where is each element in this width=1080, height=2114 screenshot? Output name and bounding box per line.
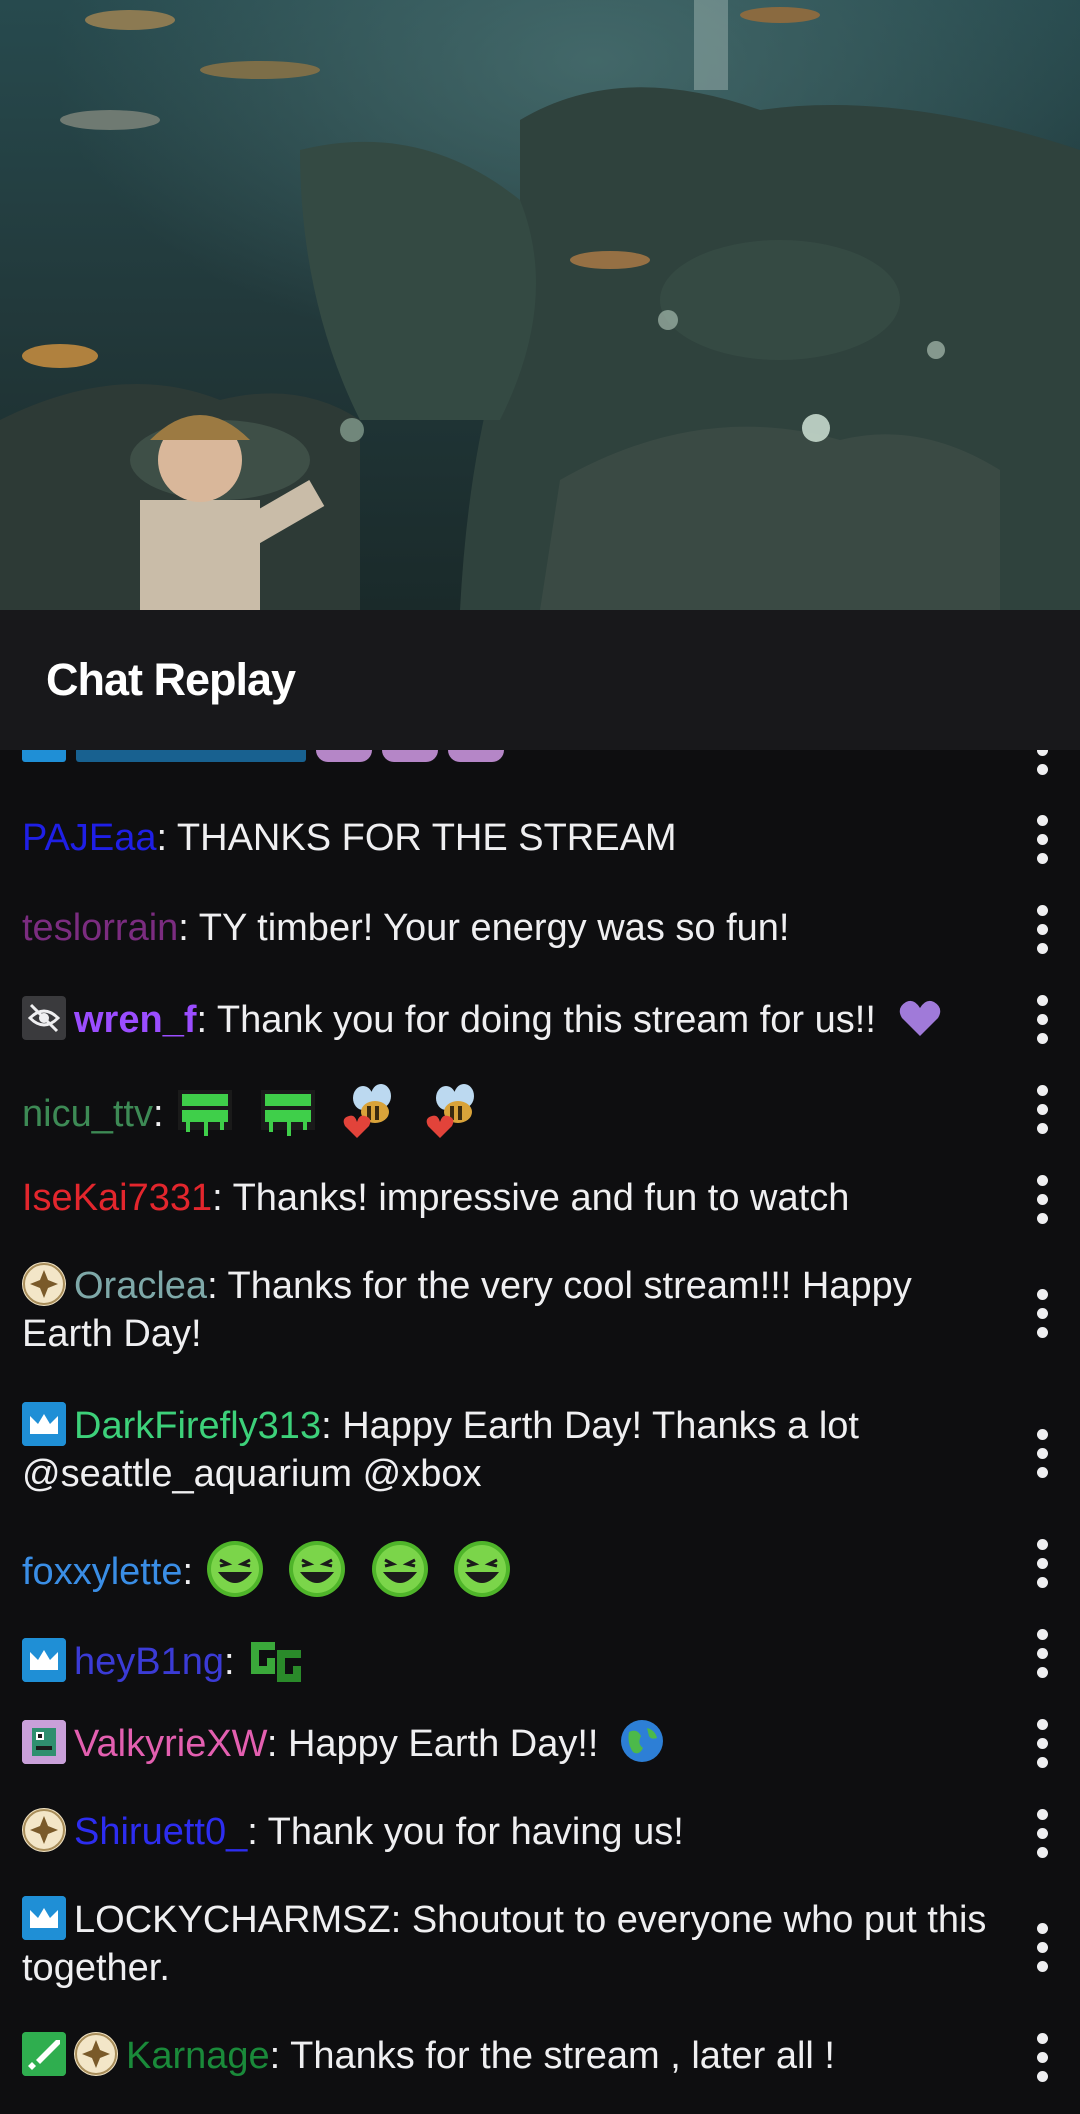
sword-icon — [22, 2032, 66, 2076]
gold-star-icon — [22, 1808, 66, 1852]
cut-off-emote — [382, 750, 438, 762]
eye-slash-icon — [22, 996, 66, 1040]
gold-star-icon — [74, 2032, 118, 2076]
chat-username[interactable]: wren_f — [74, 999, 196, 1041]
message-more-icon[interactable] — [1022, 1074, 1062, 1144]
cut-off-username — [76, 750, 306, 762]
crown-badge-icon — [22, 750, 66, 762]
partial-chat-row — [22, 750, 504, 770]
chat-username[interactable]: Oraclea — [74, 1265, 207, 1307]
chat-message[interactable]: heyB1ng: — [22, 1628, 1002, 1690]
chat-username[interactable]: Shiruett0_ — [74, 1811, 247, 1853]
message-more-icon[interactable] — [1022, 1708, 1062, 1778]
chat-message[interactable]: Shiruett0_: Thank you for having us! — [22, 1808, 1002, 1856]
cut-off-emote — [448, 750, 504, 762]
video-frame — [0, 0, 1080, 610]
chat-text: : Thank you for having us! — [247, 1811, 684, 1853]
chat-message[interactable]: Oraclea: Thanks for the very cool stream… — [22, 1262, 1002, 1358]
video-player[interactable] — [0, 0, 1080, 610]
chat-text: : — [182, 1551, 194, 1593]
chat-message[interactable]: teslorrain: TY timber! Your energy was s… — [22, 904, 1002, 952]
chat-text: : Thank you for doing this stream for us… — [196, 999, 876, 1041]
chat-username[interactable]: nicu_ttv — [22, 1093, 153, 1135]
chat-username[interactable]: foxxylette — [22, 1551, 183, 1593]
chat-message[interactable]: LOCKYCHARMSZ: Shoutout to everyone who p… — [22, 1896, 1002, 1992]
chat-message[interactable]: DarkFirefly313: Happy Earth Day! Thanks … — [22, 1402, 1002, 1498]
crown-icon — [22, 1896, 66, 1940]
chat-message[interactable]: IseKai7331: Thanks! impressive and fun t… — [22, 1174, 1002, 1222]
xbox-laugh-emote-icon — [369, 1538, 431, 1600]
app-root: Chat Replay PAJEaa: THANKS FOR THE STREA… — [0, 0, 1080, 2114]
pixel-badge-icon — [22, 1720, 66, 1764]
chat-message[interactable]: foxxylette: — [22, 1538, 1002, 1600]
xbox-laugh-emote-icon — [451, 1538, 513, 1600]
message-more-icon[interactable] — [1022, 1912, 1062, 1982]
chat-username[interactable]: heyB1ng — [74, 1641, 224, 1683]
chat-replay-title: Chat Replay — [46, 654, 296, 705]
crown-icon — [22, 1402, 66, 1446]
chat-username[interactable]: IseKai7331 — [22, 1177, 212, 1219]
chat-username[interactable]: LOCKYCHARMSZ — [74, 1899, 391, 1941]
chat-message[interactable]: ValkyrieXW: Happy Earth Day!! — [22, 1718, 1002, 1768]
chat-text: : TY timber! Your energy was so fun! — [178, 907, 790, 949]
chat-text: : Thanks for the stream , later all ! — [269, 2035, 835, 2077]
chat-message[interactable]: nicu_ttv: — [22, 1080, 1002, 1142]
message-more-icon[interactable] — [1022, 804, 1062, 874]
crown-icon — [22, 1638, 66, 1682]
message-more-icon[interactable] — [1022, 1164, 1062, 1234]
globe-icon — [619, 1718, 665, 1764]
chat-message[interactable]: wren_f: Thank you for doing this stream … — [22, 994, 1002, 1044]
chat-text: : Happy Earth Day!! — [266, 1723, 599, 1765]
chat-username[interactable]: teslorrain — [22, 907, 178, 949]
chat-username[interactable]: PAJEaa — [22, 817, 156, 859]
chat-username[interactable]: Karnage — [126, 2035, 270, 2077]
chat-text: : — [152, 1093, 164, 1135]
message-more-icon[interactable] — [1022, 1528, 1062, 1598]
chat-message-list[interactable]: PAJEaa: THANKS FOR THE STREAM teslorrain… — [0, 750, 1080, 2114]
message-more-icon[interactable] — [1022, 984, 1062, 1054]
cut-off-emote — [316, 750, 372, 762]
xbox-laugh-emote-icon — [204, 1538, 266, 1600]
gg-emote-icon — [245, 1628, 307, 1690]
partial-row-more-icon[interactable] — [1022, 750, 1062, 780]
bee-heart-emote-icon — [422, 1080, 484, 1142]
chat-text: : THANKS FOR THE STREAM — [156, 817, 677, 859]
message-more-icon[interactable] — [1022, 1418, 1062, 1488]
message-more-icon[interactable] — [1022, 894, 1062, 964]
chat-header: Chat Replay — [0, 610, 1080, 750]
chat-message[interactable]: PAJEaa: THANKS FOR THE STREAM — [22, 814, 1002, 862]
message-more-icon[interactable] — [1022, 1798, 1062, 1868]
bee-heart-emote-icon — [339, 1080, 401, 1142]
gold-star-icon — [22, 1262, 66, 1306]
message-more-icon[interactable] — [1022, 2022, 1062, 2092]
bleed-green-emote-icon — [174, 1080, 236, 1142]
chat-message[interactable]: Karnage: Thanks for the stream , later a… — [22, 2032, 1002, 2080]
bleed-green-emote-icon — [257, 1080, 319, 1142]
purple-heart-icon — [896, 994, 944, 1042]
chat-text: : Thanks! impressive and fun to watch — [212, 1177, 850, 1219]
chat-text: : — [224, 1641, 235, 1683]
message-more-icon[interactable] — [1022, 1278, 1062, 1348]
xbox-laugh-emote-icon — [286, 1538, 348, 1600]
message-more-icon[interactable] — [1022, 1618, 1062, 1688]
chat-username[interactable]: ValkyrieXW — [74, 1723, 267, 1765]
chat-username[interactable]: DarkFirefly313 — [74, 1405, 321, 1447]
